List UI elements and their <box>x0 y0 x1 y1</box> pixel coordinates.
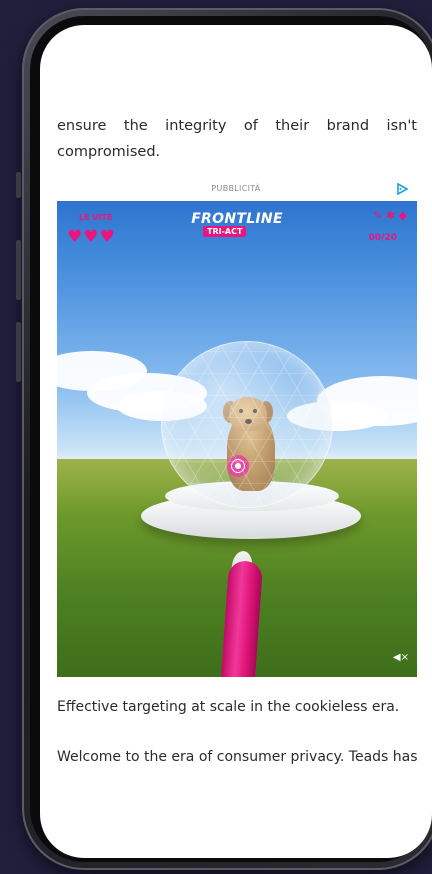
ad-video[interactable]: FRONTLINE TRI-ACT LE VITE ♥♥♥ ✎ ✱ ◆ 00/2… <box>57 201 417 677</box>
adchoices-icon[interactable] <box>396 183 408 195</box>
article-paragraph-top: ensure the integrity of their brand isn'… <box>57 113 417 165</box>
score-counter: 00/20 <box>368 233 397 243</box>
lives-label: LE VITE <box>79 213 113 222</box>
side-button <box>16 172 21 198</box>
pest-icons: ✎ ✱ ◆ <box>373 209 407 222</box>
dome-pattern <box>161 341 331 506</box>
brand-sub-badge: TRI-ACT <box>203 226 247 237</box>
volume-down-button <box>16 322 21 382</box>
phone-screen: ensure the integrity of their brand isn'… <box>40 25 432 858</box>
heart-icons: ♥♥♥ <box>67 227 116 247</box>
article-paragraph-2: Welcome to the era of consumer privacy. … <box>57 749 418 765</box>
volume-up-button <box>16 240 21 300</box>
article-paragraph-1: Effective targeting at scale in the cook… <box>57 699 400 715</box>
ad-label: PUBBLICITÀ <box>211 184 261 193</box>
mute-icon[interactable]: ◀× <box>393 652 409 663</box>
article-text: ensure the integrity of their brand isn'… <box>57 118 417 160</box>
